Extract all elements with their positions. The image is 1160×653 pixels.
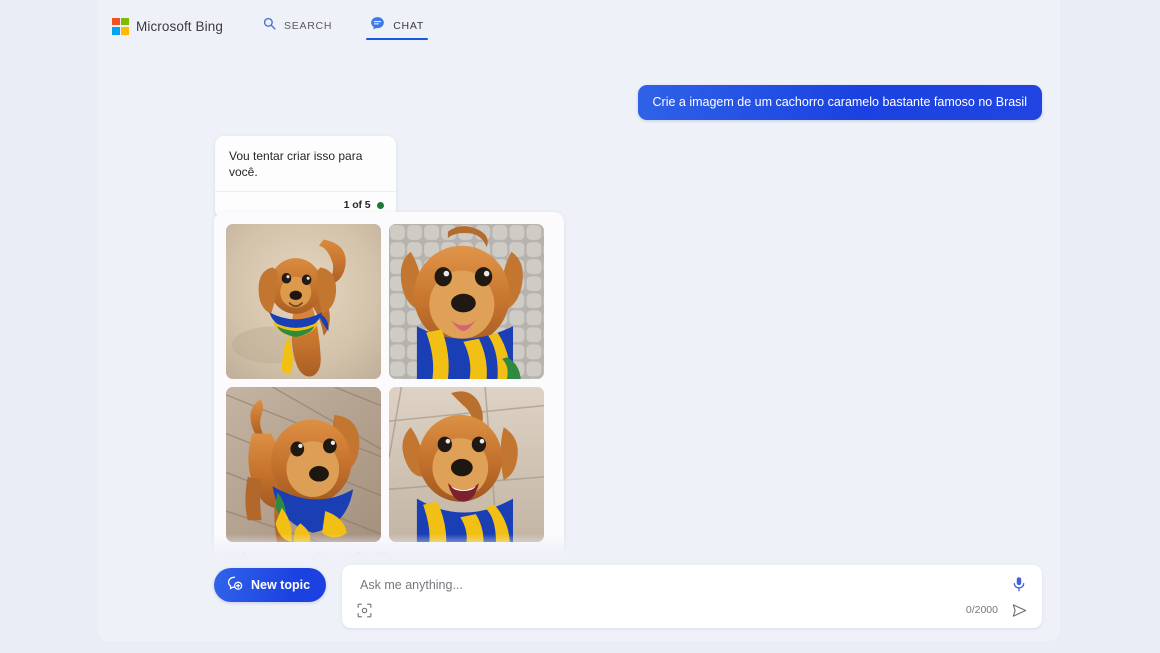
tab-chat[interactable]: CHAT <box>364 0 430 52</box>
tab-active-underline <box>366 37 429 40</box>
tab-search[interactable]: SEARCH <box>257 0 338 52</box>
user-message-bubble: Crie a imagem de um cachorro caramelo ba… <box>637 85 1042 121</box>
user-message-row: Crie a imagem de um cachorro caramelo ba… <box>637 85 1042 121</box>
new-topic-label: New topic <box>251 578 311 592</box>
character-counter: 0/2000 <box>965 604 998 616</box>
app-root: Microsoft Bing SEARCH CHAT Crie a imagem… <box>0 0 1160 653</box>
status-badge <box>376 201 384 210</box>
chat-bubble-icon <box>370 16 385 36</box>
image-set-caption: "A famous caramel dog in Brazil" <box>228 551 388 560</box>
composer-bar: New topic Ask me anything... 0/2000 <box>98 565 1060 633</box>
generated-image-3[interactable] <box>226 387 381 542</box>
chat-input[interactable] <box>358 577 999 593</box>
generated-image-1[interactable] <box>226 224 381 379</box>
brand-name: Microsoft Bing <box>136 18 223 34</box>
top-navigation-bar: Microsoft Bing SEARCH CHAT <box>98 0 1060 52</box>
chat-input-container[interactable]: 0/2000 <box>342 565 1042 628</box>
bot-message-card: Vou tentar criar isso para você. 1 of 5 <box>215 136 396 219</box>
dog-image-4 <box>389 387 544 542</box>
dog-image-3 <box>226 387 381 542</box>
image-grid <box>226 224 552 542</box>
dog-image-2 <box>389 224 544 379</box>
send-icon[interactable] <box>1011 602 1028 619</box>
visual-search-icon[interactable] <box>357 603 372 618</box>
tab-search-label: SEARCH <box>283 20 333 32</box>
message-counter: 1 of 5 <box>343 199 371 212</box>
search-icon <box>263 17 276 35</box>
microphone-icon[interactable] <box>1012 576 1026 592</box>
content-panel: Microsoft Bing SEARCH CHAT Crie a imagem… <box>98 0 1060 641</box>
bot-message-text: Vou tentar criar isso para você. <box>229 149 363 180</box>
generated-image-4[interactable] <box>389 387 544 542</box>
generated-images-card: "A famous caramel dog in Brazil" <box>214 212 564 560</box>
dog-image-1 <box>226 224 381 379</box>
conversation-scroll-region[interactable]: Crie a imagem de um cachorro caramelo ba… <box>98 52 1060 560</box>
generated-image-2[interactable] <box>389 224 544 379</box>
new-chat-icon <box>226 575 243 595</box>
bing-brand-logo[interactable]: Microsoft Bing <box>112 17 223 35</box>
new-topic-button[interactable]: New topic <box>214 568 327 602</box>
tab-chat-label: CHAT <box>393 20 425 32</box>
microsoft-logo-icon <box>112 17 129 35</box>
